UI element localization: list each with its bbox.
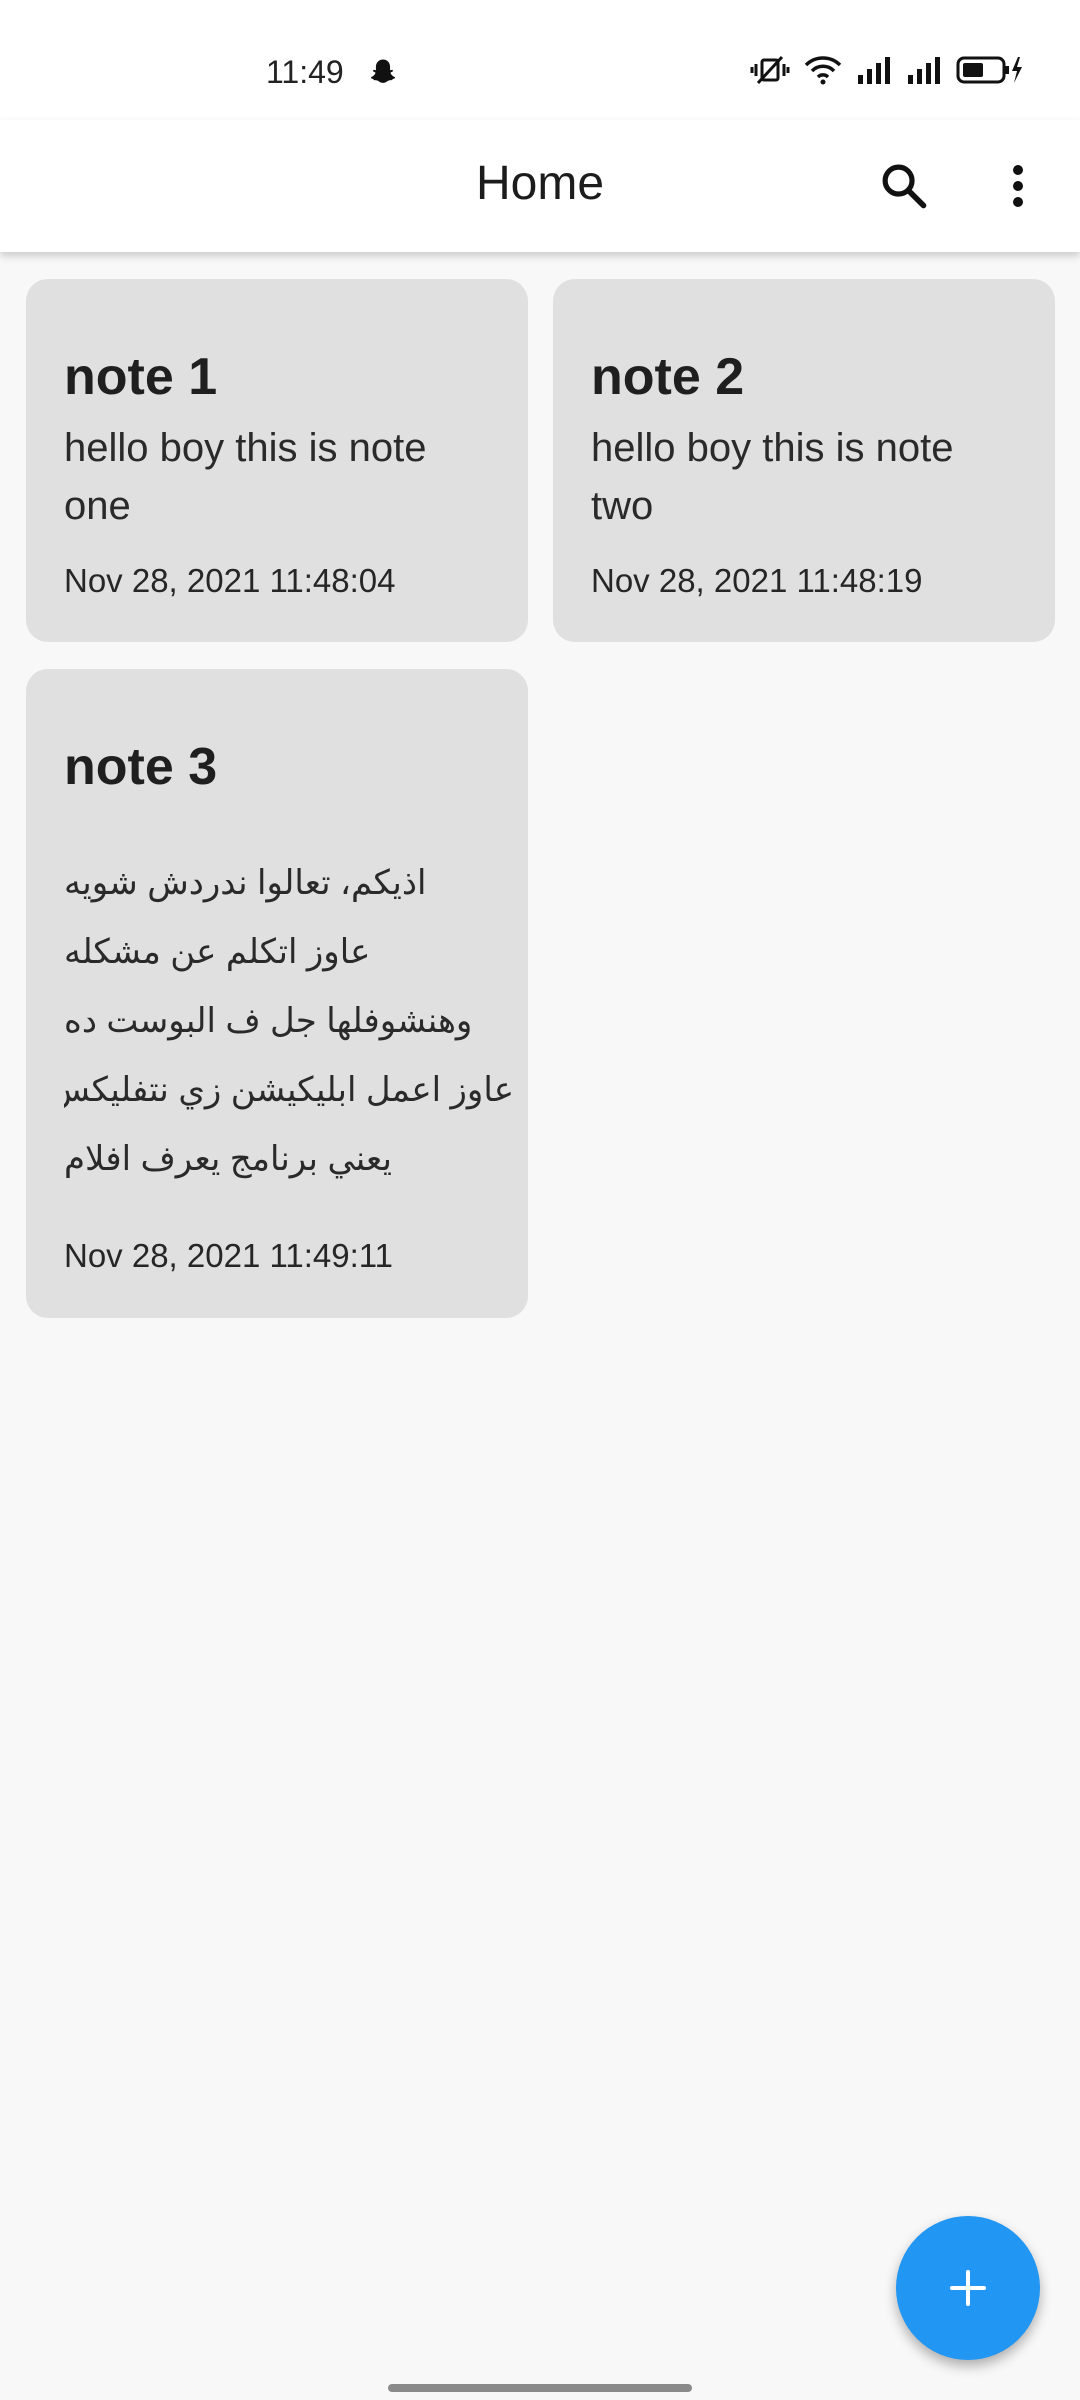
signal-2-icon <box>906 55 942 90</box>
note-body: hello boy this is note one <box>64 426 427 528</box>
vibrate-icon <box>750 55 790 90</box>
status-bar: 11:49 <box>0 0 1080 120</box>
search-icon <box>882 164 927 209</box>
snapchat-ghost-icon <box>366 56 400 90</box>
note-date: Nov 28, 2021 11:49:11 <box>64 1237 394 1274</box>
note-body-line: عاوز اعمل ابليكيشن زي نتفليكس <box>64 1071 514 1109</box>
note-card-2[interactable]: note 2 hello boy this is note two Nov 28… <box>553 279 1055 642</box>
add-note-button[interactable] <box>896 2216 1040 2360</box>
note-body-line: وهنشوفلها جل ف البوست ده <box>64 1002 473 1040</box>
note-date: Nov 28, 2021 11:48:04 <box>64 562 396 599</box>
plus-icon <box>950 2270 986 2306</box>
home-indicator[interactable] <box>388 2384 692 2392</box>
note-title: note 3 <box>64 738 218 796</box>
note-card-3[interactable]: note 3 اذيكم، تعالوا ندردش شويه عاوز اتك… <box>26 669 528 1318</box>
more-options-button[interactable] <box>978 146 1058 226</box>
note-card-1[interactable]: note 1 hello boy this is note one Nov 28… <box>26 279 528 642</box>
search-button[interactable] <box>864 146 944 226</box>
note-body-line: عاوز اتكلم عن مشكله <box>64 933 371 971</box>
note-body: اذيكم، تعالوا ندردش شويه عاوز اتكلم عن م… <box>64 849 514 1194</box>
note-body: hello boy this is note two <box>591 426 954 528</box>
wifi-icon <box>804 55 842 90</box>
signal-1-icon <box>856 55 892 90</box>
status-icons <box>750 54 1026 90</box>
more-vert-icon <box>1013 165 1023 207</box>
app-bar: Home <box>0 120 1080 252</box>
note-title: note 2 <box>591 348 745 406</box>
note-body-line: اذيكم، تعالوا ندردش شويه <box>64 864 427 902</box>
battery-charging-icon <box>956 55 1026 90</box>
note-date: Nov 28, 2021 11:48:19 <box>591 562 923 599</box>
note-body-line: يعني برنامج يعرف افلام <box>64 1140 392 1178</box>
note-title: note 1 <box>64 348 218 406</box>
status-time: 11:49 <box>266 54 344 90</box>
